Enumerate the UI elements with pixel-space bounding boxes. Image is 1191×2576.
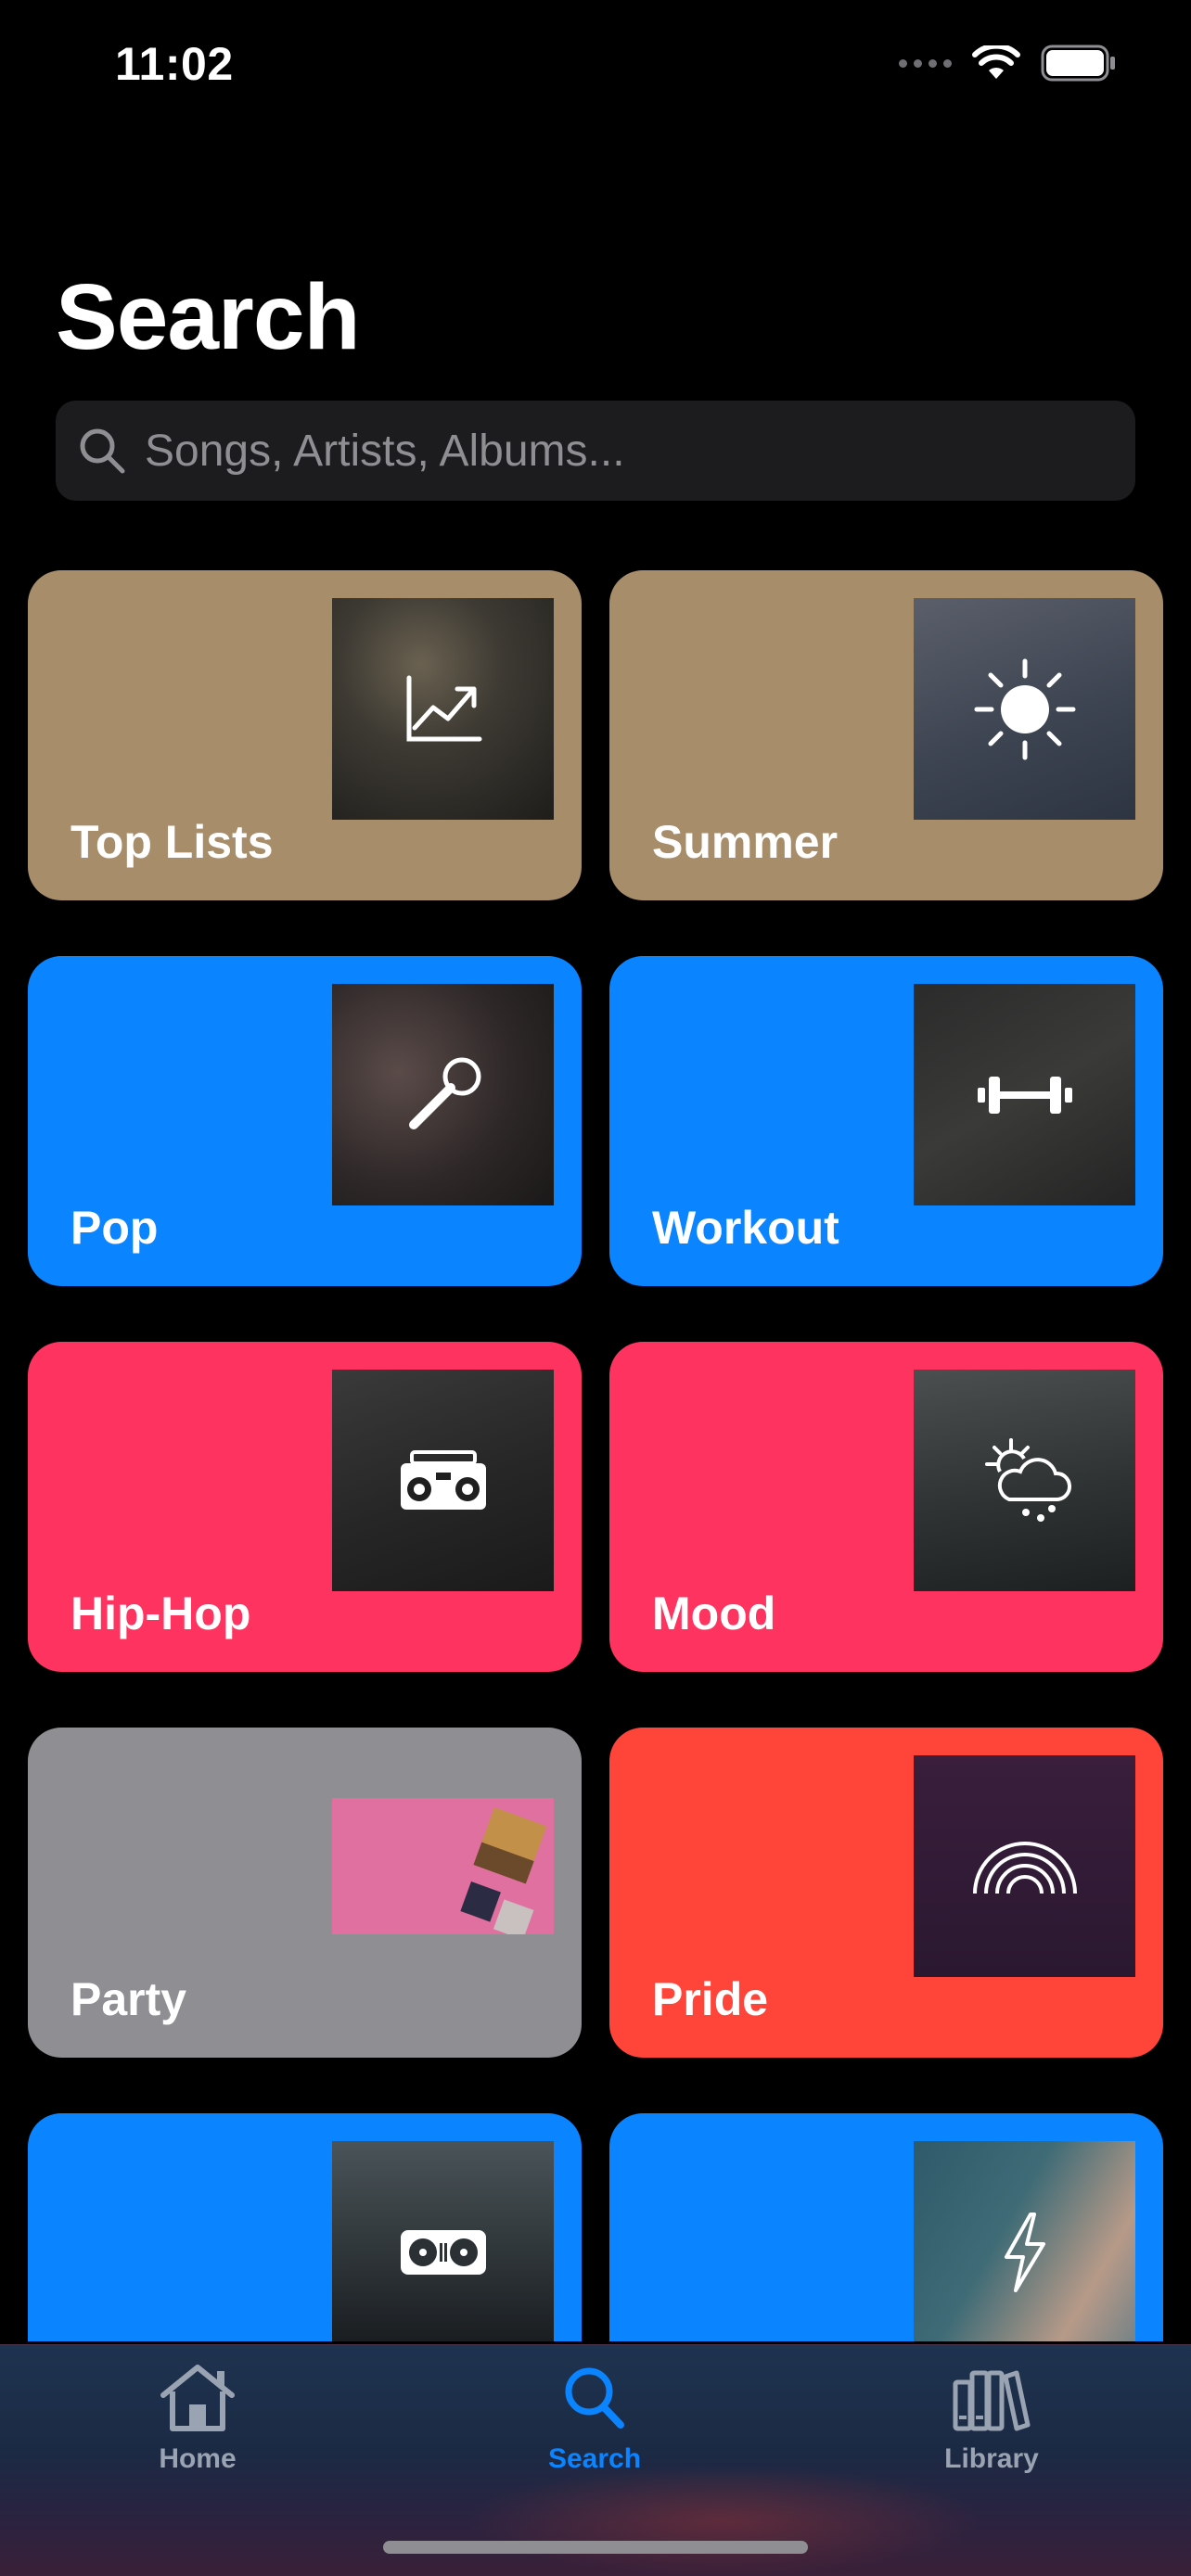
category-label: Pride bbox=[652, 1973, 769, 2025]
category-card-energy[interactable] bbox=[609, 2113, 1163, 2341]
search-icon bbox=[565, 2367, 624, 2429]
category-card-dj[interactable] bbox=[28, 2113, 582, 2341]
category-artwork bbox=[914, 2141, 1135, 2341]
sun-icon bbox=[974, 658, 1075, 759]
search-input[interactable] bbox=[145, 401, 1135, 501]
boombox-icon bbox=[400, 1449, 486, 1510]
album-collage-icon bbox=[460, 1807, 547, 1934]
tab-search[interactable]: Search bbox=[502, 2362, 687, 2475]
battery-icon bbox=[1041, 45, 1115, 82]
books-icon bbox=[953, 2370, 1031, 2431]
search-bar[interactable] bbox=[56, 401, 1135, 501]
category-card-party[interactable]: Party bbox=[28, 1728, 582, 2058]
category-card-pride[interactable]: Pride bbox=[609, 1728, 1163, 2058]
tab-library[interactable]: Library bbox=[899, 2362, 1084, 2475]
dj-turntable-icon bbox=[400, 2229, 486, 2275]
tab-bar: Home Search Library bbox=[0, 2344, 1191, 2576]
category-grid: Top Lists Summer Pop Workout Hip-Hop Moo… bbox=[28, 570, 1163, 2341]
category-card-workout[interactable]: Workout bbox=[609, 956, 1163, 1286]
category-artwork bbox=[914, 984, 1135, 1205]
page-title: Search bbox=[56, 265, 361, 369]
tab-label: Library bbox=[944, 2443, 1039, 2474]
microphone-icon bbox=[408, 1057, 480, 1129]
cellular-signal-icon bbox=[899, 58, 952, 68]
category-artwork bbox=[332, 1798, 554, 1934]
category-label: Mood bbox=[652, 1588, 776, 1639]
category-artwork bbox=[914, 1755, 1135, 1977]
category-artwork bbox=[914, 598, 1135, 820]
tab-home[interactable]: Home bbox=[105, 2362, 290, 2475]
category-card-hip-hop[interactable]: Hip-Hop bbox=[28, 1342, 582, 1672]
category-label: Top Lists bbox=[70, 816, 274, 868]
category-label: Party bbox=[70, 1973, 187, 2025]
category-label: Hip-Hop bbox=[70, 1588, 251, 1639]
tab-label: Search bbox=[547, 2443, 642, 2474]
wifi-icon bbox=[972, 45, 1020, 79]
lightning-icon bbox=[1004, 2212, 1045, 2292]
search-icon bbox=[80, 428, 125, 474]
category-artwork bbox=[332, 598, 554, 820]
category-artwork bbox=[914, 1370, 1135, 1591]
dumbbell-icon bbox=[977, 1076, 1072, 1114]
category-label: Summer bbox=[652, 816, 839, 868]
category-label: Pop bbox=[70, 1202, 159, 1254]
search-screen: 11:02 Search Songs, Artists, Albums... T… bbox=[0, 0, 1191, 2576]
category-card-mood[interactable]: Mood bbox=[609, 1342, 1163, 1672]
category-artwork bbox=[332, 984, 554, 1205]
chart-line-icon bbox=[406, 675, 481, 741]
category-card-summer[interactable]: Summer bbox=[609, 570, 1163, 900]
home-indicator bbox=[383, 2541, 808, 2554]
status-time: 11:02 bbox=[115, 38, 234, 90]
status-icons bbox=[899, 45, 1117, 82]
house-icon bbox=[160, 2365, 235, 2431]
sun-cloud-rain-icon bbox=[984, 1437, 1071, 1522]
category-label: Workout bbox=[652, 1202, 839, 1254]
tab-label: Home bbox=[159, 2443, 237, 2474]
category-artwork bbox=[332, 1370, 554, 1591]
rainbow-icon bbox=[972, 1841, 1077, 1894]
category-card-top-lists[interactable]: Top Lists bbox=[28, 570, 582, 900]
category-card-pop[interactable]: Pop bbox=[28, 956, 582, 1286]
category-artwork bbox=[332, 2141, 554, 2341]
